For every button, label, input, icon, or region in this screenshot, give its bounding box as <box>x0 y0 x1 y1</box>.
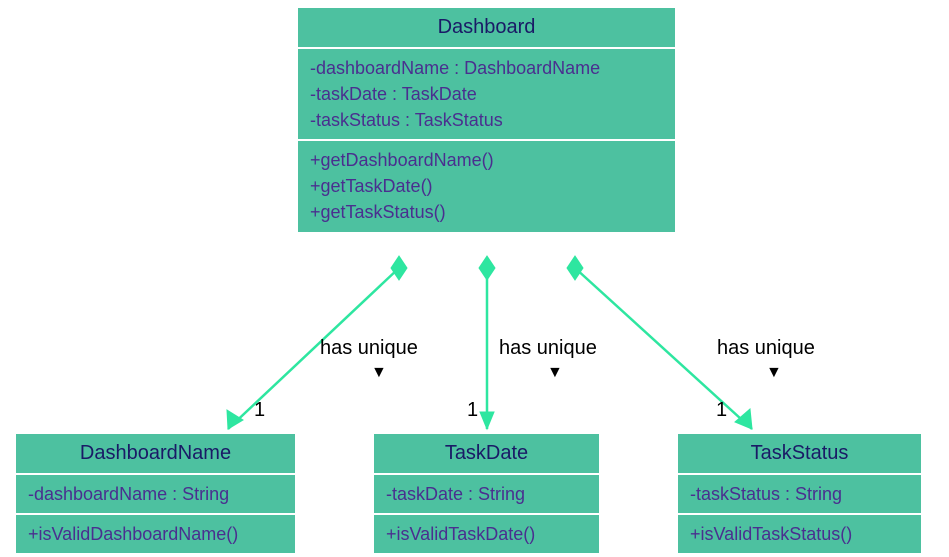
composition-diamond-dashboardname <box>391 256 407 280</box>
methods-section: +getDashboardName() +getTaskDate() +getT… <box>298 141 675 231</box>
class-taskdate: TaskDate -taskDate : String +isValidTask… <box>372 432 601 555</box>
attribute: -taskDate : String <box>386 481 587 507</box>
assoc-multiplicity: 1 <box>467 399 478 422</box>
class-dashboardname: DashboardName -dashboardName : String +i… <box>14 432 297 555</box>
assoc-multiplicity: 1 <box>716 399 727 422</box>
assoc-label: has unique <box>320 337 418 360</box>
class-dashboard: Dashboard -dashboardName : DashboardName… <box>296 6 677 234</box>
arrowhead-taskdate <box>480 412 494 429</box>
methods-section: +isValidDashboardName() <box>16 515 295 553</box>
method: +getDashboardName() <box>310 147 663 173</box>
attribute: -taskStatus : TaskStatus <box>310 107 663 133</box>
direction-marker-icon: ▼ <box>371 364 387 382</box>
method: +isValidTaskStatus() <box>690 521 909 547</box>
direction-marker-icon: ▼ <box>766 364 782 382</box>
method: +isValidDashboardName() <box>28 521 283 547</box>
attribute: -taskStatus : String <box>690 481 909 507</box>
attribute: -dashboardName : String <box>28 481 283 507</box>
methods-section: +isValidTaskDate() <box>374 515 599 553</box>
attribute: -dashboardName : DashboardName <box>310 55 663 81</box>
attributes-section: -taskDate : String <box>374 475 599 515</box>
method: +isValidTaskDate() <box>386 521 587 547</box>
attribute: -taskDate : TaskDate <box>310 81 663 107</box>
method: +getTaskDate() <box>310 173 663 199</box>
class-title: Dashboard <box>298 8 675 49</box>
attributes-section: -taskStatus : String <box>678 475 921 515</box>
class-title: DashboardName <box>16 434 295 475</box>
class-title: TaskStatus <box>678 434 921 475</box>
composition-diamond-taskstatus <box>567 256 583 280</box>
class-taskstatus: TaskStatus -taskStatus : String +isValid… <box>676 432 923 555</box>
arrowhead-dashboardname <box>227 410 243 429</box>
assoc-label: has unique <box>499 337 597 360</box>
attributes-section: -dashboardName : DashboardName -taskDate… <box>298 49 675 141</box>
arrowhead-taskstatus <box>735 409 752 429</box>
assoc-label: has unique <box>717 337 815 360</box>
composition-diamond-taskdate <box>479 256 495 280</box>
assoc-multiplicity: 1 <box>254 399 265 422</box>
methods-section: +isValidTaskStatus() <box>678 515 921 553</box>
class-title: TaskDate <box>374 434 599 475</box>
direction-marker-icon: ▼ <box>547 364 563 382</box>
attributes-section: -dashboardName : String <box>16 475 295 515</box>
method: +getTaskStatus() <box>310 199 663 225</box>
